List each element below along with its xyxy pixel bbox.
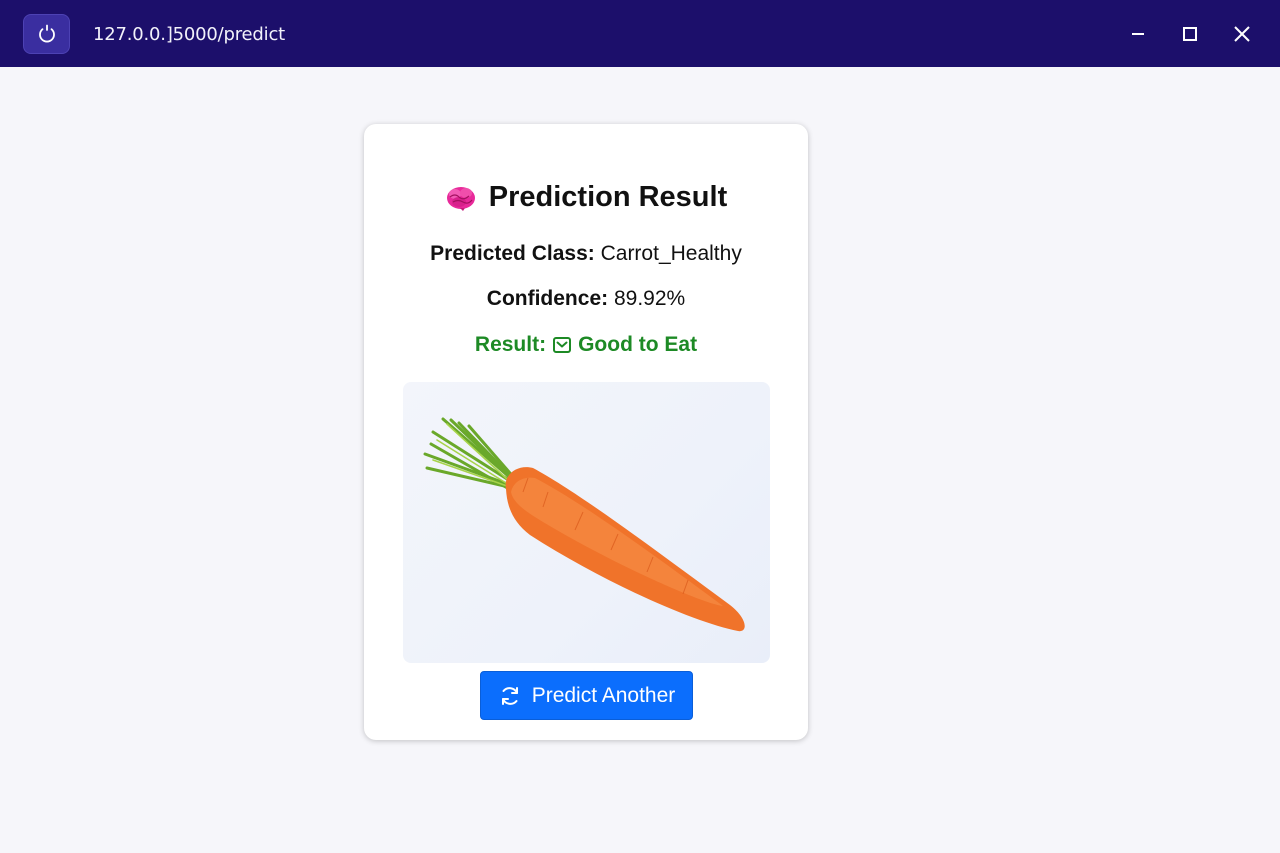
predict-another-label: Predict Another — [531, 683, 676, 707]
prediction-card: Prediction Result Predicted Class: Carro… — [364, 124, 808, 740]
maximize-icon — [1183, 27, 1197, 41]
carrot-image — [423, 417, 745, 632]
title-bar: 127.0.0.]5000/predict — [0, 0, 1280, 67]
minimize-icon — [1132, 33, 1144, 35]
confidence-line: Confidence: 89.92% — [364, 287, 808, 311]
refresh-icon — [501, 686, 518, 705]
predict-another-button[interactable]: Predict Another — [480, 671, 693, 720]
predicted-class-line: Predicted Class: Carrot_Healthy — [364, 242, 808, 266]
close-button[interactable] — [1225, 17, 1259, 51]
brain-icon — [446, 186, 475, 211]
close-icon — [1234, 26, 1250, 42]
card-heading: Prediction Result — [364, 181, 808, 214]
result-line: Result: Good to Eat — [364, 333, 808, 357]
result-label: Result: — [474, 333, 547, 356]
reload-button[interactable] — [23, 14, 70, 54]
predicted-class-value: Carrot_Healthy — [600, 242, 742, 265]
page-title: Prediction Result — [488, 181, 728, 213]
page-url: 127.0.0.]5000/predict — [93, 24, 286, 45]
check-box-icon — [553, 337, 572, 353]
predicted-class-label: Predicted Class: — [430, 242, 595, 265]
minimize-button[interactable] — [1121, 17, 1155, 51]
result-value: Good to Eat — [578, 333, 698, 356]
uploaded-image — [403, 382, 770, 663]
reload-icon — [38, 24, 55, 43]
confidence-value: 89.92% — [613, 287, 686, 310]
confidence-label: Confidence: — [486, 287, 609, 310]
maximize-button[interactable] — [1173, 17, 1207, 51]
